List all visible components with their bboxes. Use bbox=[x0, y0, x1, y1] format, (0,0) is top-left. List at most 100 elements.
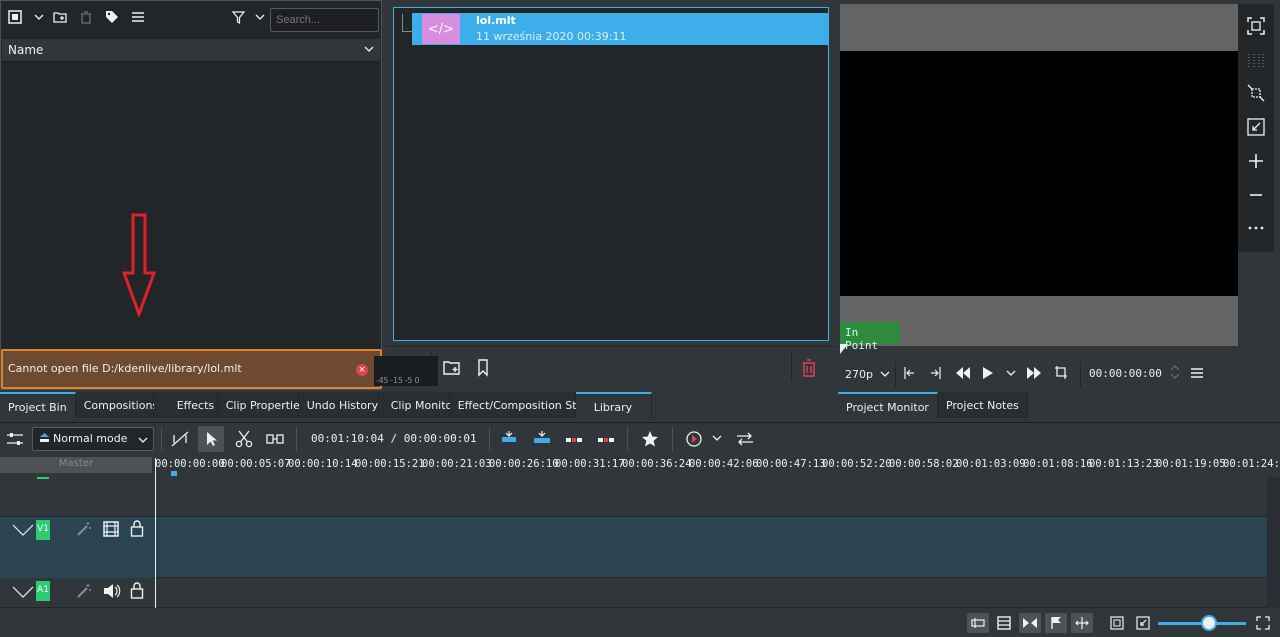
snap-icon[interactable] bbox=[1019, 613, 1041, 633]
play-icon[interactable] bbox=[982, 366, 994, 380]
lock-icon[interactable] bbox=[130, 520, 144, 537]
film-icon[interactable] bbox=[103, 521, 119, 537]
name-column-header[interactable]: Name bbox=[2, 39, 380, 62]
zoom-in-icon[interactable] bbox=[1247, 152, 1265, 170]
fullscreen-icon[interactable] bbox=[1247, 17, 1265, 35]
edit-mode-select[interactable]: Normal mode bbox=[32, 427, 154, 451]
rewind-icon[interactable] bbox=[955, 366, 971, 380]
add-folder-icon[interactable] bbox=[443, 359, 461, 377]
overwrite-icon[interactable] bbox=[533, 430, 551, 448]
set-out-point-icon[interactable] bbox=[929, 366, 943, 380]
tab-clip-monitor[interactable]: Clip Monitor bbox=[378, 392, 457, 418]
in-point-label: In Point bbox=[840, 322, 900, 352]
filter-icon[interactable] bbox=[230, 9, 246, 25]
position-marker-icon bbox=[840, 344, 848, 354]
tab-project-notes[interactable]: Project Notes bbox=[937, 392, 1028, 418]
menu-icon[interactable] bbox=[1190, 367, 1204, 379]
menu-icon[interactable] bbox=[130, 9, 146, 25]
ruler-tick: 00:00:05:07 bbox=[221, 458, 291, 470]
crop-icon[interactable] bbox=[1054, 365, 1068, 380]
chevron-down-icon[interactable] bbox=[364, 45, 374, 53]
effects-wand-icon[interactable] bbox=[76, 521, 92, 537]
tab-clip-properties[interactable]: Clip Properties bbox=[217, 392, 306, 418]
monitor-video-area[interactable] bbox=[840, 51, 1238, 296]
zoom-fit-icon[interactable] bbox=[1110, 616, 1124, 630]
flag-icon[interactable] bbox=[1045, 613, 1067, 633]
vertical-scrollbar[interactable] bbox=[1267, 477, 1280, 608]
zoom-out-icon[interactable] bbox=[1136, 616, 1150, 630]
more-options-icon[interactable] bbox=[1247, 219, 1265, 237]
search-input[interactable] bbox=[270, 8, 379, 32]
insert-icon[interactable] bbox=[501, 430, 519, 448]
ruler-tick: 00:01:03:09 bbox=[956, 458, 1026, 470]
lift-icon[interactable] bbox=[597, 430, 615, 448]
tag-icon[interactable] bbox=[104, 9, 120, 25]
spinbox-arrows-icon[interactable] bbox=[1170, 364, 1180, 380]
chevron-down-icon bbox=[138, 437, 148, 443]
speaker-icon[interactable] bbox=[103, 583, 121, 599]
razor-tool-icon[interactable] bbox=[235, 430, 253, 448]
monitor-side-toolbar bbox=[1238, 4, 1274, 252]
film-icon[interactable] bbox=[997, 616, 1011, 630]
bookmark-icon[interactable] bbox=[477, 359, 495, 377]
zoom-slider-handle[interactable] bbox=[1201, 615, 1217, 631]
spacer-tool-icon[interactable] bbox=[171, 430, 189, 448]
tab-project-bin[interactable]: Project Bin bbox=[0, 392, 76, 418]
zoom-in-icon[interactable] bbox=[1256, 616, 1270, 630]
star-icon[interactable] bbox=[641, 430, 659, 448]
add-folder-icon[interactable] bbox=[52, 9, 68, 25]
tab-undo-history[interactable]: Undo History bbox=[298, 392, 379, 418]
extract-icon[interactable] bbox=[565, 430, 583, 448]
chevron-down-icon[interactable] bbox=[1006, 369, 1016, 377]
tab-library[interactable]: Library bbox=[575, 392, 652, 418]
chevron-down-icon[interactable] bbox=[252, 9, 268, 25]
switch-icon[interactable] bbox=[736, 430, 754, 448]
video-track-v1[interactable]: V1 bbox=[0, 516, 1267, 579]
zoom-shrink-icon[interactable] bbox=[1247, 118, 1265, 136]
playhead[interactable] bbox=[155, 458, 156, 608]
settings-sliders-icon[interactable] bbox=[6, 430, 24, 448]
record-icon[interactable] bbox=[685, 430, 703, 448]
multicam-tool-icon[interactable] bbox=[266, 430, 284, 448]
bin-list[interactable] bbox=[2, 63, 380, 347]
timeline-ruler[interactable]: Master 00:00:00:00 00:00:05:07 00:00:10:… bbox=[0, 455, 1280, 477]
effects-wand-icon[interactable] bbox=[76, 583, 92, 599]
master-track-label[interactable]: Master bbox=[0, 457, 152, 473]
fast-forward-icon[interactable] bbox=[1026, 366, 1042, 380]
audio-meter: -45 -15 -5 0 bbox=[374, 356, 438, 386]
chevron-down-icon[interactable] bbox=[31, 9, 47, 25]
add-clip-icon[interactable] bbox=[7, 9, 23, 25]
collapse-track-icon[interactable] bbox=[12, 586, 34, 598]
set-in-point-icon[interactable] bbox=[902, 366, 916, 380]
track-label-v1[interactable]: V1 bbox=[36, 520, 50, 540]
monitor-timecode[interactable]: 00:00:00:00 bbox=[1089, 367, 1162, 380]
audio-track-a1[interactable]: A1 bbox=[0, 578, 1267, 608]
tab-project-monitor[interactable]: Project Monitor bbox=[838, 392, 938, 418]
delete-icon[interactable] bbox=[78, 9, 94, 25]
separator bbox=[895, 362, 896, 388]
status-bar bbox=[0, 608, 1280, 637]
annotation-arrow-icon bbox=[122, 213, 156, 317]
zoom-out-icon[interactable] bbox=[1247, 186, 1265, 204]
close-icon[interactable]: × bbox=[356, 364, 368, 376]
mixer-icon[interactable] bbox=[967, 613, 989, 633]
library-item[interactable]: </> lol.mlt 11 września 2020 00:39:11 bbox=[412, 13, 828, 45]
selection-tool-button[interactable] bbox=[198, 426, 224, 452]
project-monitor: In Point 270p 00:00:00:00 bbox=[840, 4, 1278, 390]
track-label-a1[interactable]: A1 bbox=[36, 581, 50, 601]
zone-marker[interactable] bbox=[171, 471, 177, 476]
zoom-fit-icon[interactable] bbox=[1247, 84, 1265, 102]
column-header-label: Name bbox=[8, 43, 44, 57]
tab-effect-composition-stack[interactable]: Effect/Composition Stack bbox=[449, 392, 596, 418]
grid-icon[interactable] bbox=[1247, 52, 1265, 70]
left-tab-bar: Project Bin Compositions Effects Clip Pr… bbox=[0, 392, 652, 418]
delete-icon[interactable] bbox=[802, 359, 820, 377]
collapse-track-icon[interactable] bbox=[12, 524, 34, 536]
tab-effects[interactable]: Effects bbox=[153, 392, 218, 418]
lock-icon[interactable] bbox=[130, 582, 144, 599]
guides-icon[interactable] bbox=[1071, 613, 1093, 633]
library-list[interactable]: </> lol.mlt 11 września 2020 00:39:11 bbox=[393, 7, 829, 341]
resolution-select[interactable]: 270p bbox=[845, 368, 890, 381]
tab-compositions[interactable]: Compositions bbox=[75, 392, 158, 418]
chevron-down-icon[interactable] bbox=[712, 434, 730, 452]
